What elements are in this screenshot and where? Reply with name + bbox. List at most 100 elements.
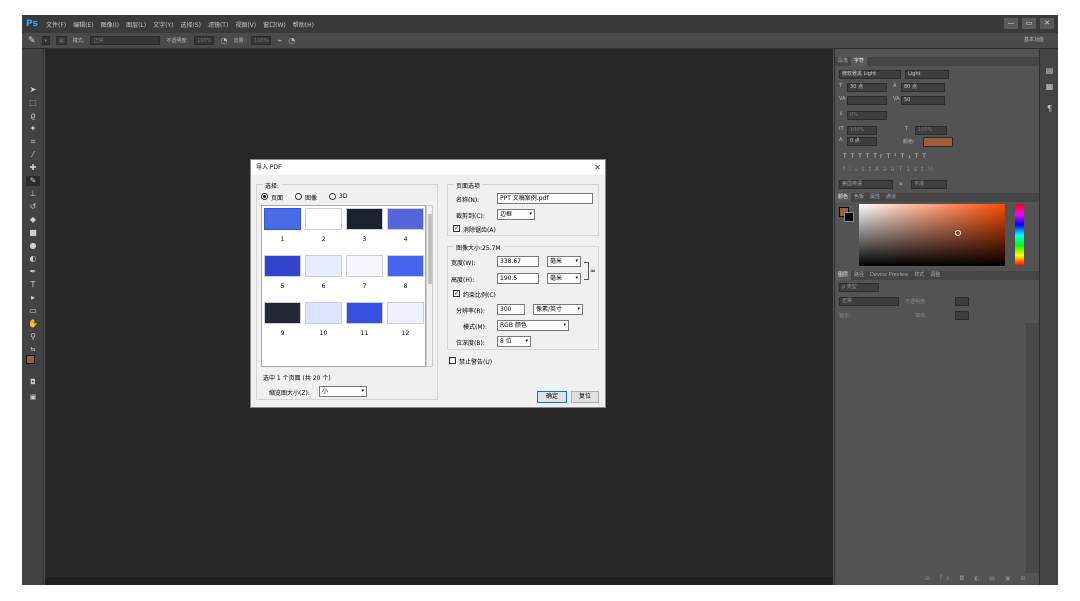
- foreground-color-swatch[interactable]: [26, 355, 35, 364]
- flow-input[interactable]: 100%: [251, 36, 272, 45]
- layer-filter-select[interactable]: ρ 类型: [839, 283, 879, 292]
- stamp-tool-icon[interactable]: ⊥: [26, 189, 40, 199]
- ok-button[interactable]: 确定: [537, 391, 567, 403]
- menu-window[interactable]: 窗口(W): [263, 20, 286, 29]
- screen-mode-icon[interactable]: ▣: [26, 392, 40, 402]
- opentype-buttons[interactable]: fiℴstAaaT1st½: [843, 166, 937, 173]
- tab-color[interactable]: 颜色: [835, 193, 852, 202]
- info-panel-icon[interactable]: ▦: [1044, 81, 1055, 92]
- radio-3d[interactable]: [329, 193, 336, 200]
- history-panel-icon[interactable]: ▤: [1044, 65, 1055, 76]
- menu-type[interactable]: 文字(Y): [153, 20, 173, 29]
- history-brush-tool-icon[interactable]: ↺: [26, 202, 40, 212]
- color-bg-swatch[interactable]: [844, 212, 854, 222]
- quick-mask-icon[interactable]: ◘: [26, 377, 40, 387]
- gradient-tool-icon[interactable]: ■: [26, 228, 40, 238]
- page-thumbnail[interactable]: 10: [303, 300, 344, 340]
- mode-select[interactable]: 正常: [90, 36, 161, 45]
- crop-tool-icon[interactable]: ⌗: [26, 137, 40, 147]
- reset-button[interactable]: 复位: [571, 391, 599, 403]
- antialias-select[interactable]: 平滑: [911, 180, 947, 189]
- text-color-swatch[interactable]: [923, 137, 953, 147]
- language-select[interactable]: 美国英语: [839, 180, 893, 189]
- move-tool-icon[interactable]: ➤: [26, 85, 40, 95]
- brush-tool-icon[interactable]: ✎: [26, 176, 40, 186]
- font-size-input[interactable]: 30 点: [847, 83, 887, 92]
- blur-tool-icon[interactable]: ●: [26, 241, 40, 251]
- layer-opacity-input[interactable]: [955, 297, 969, 306]
- maximize-button[interactable]: ▭: [1022, 18, 1036, 29]
- scale-a-input[interactable]: 100%: [847, 126, 877, 135]
- eyedropper-tool-icon[interactable]: ⁄: [26, 150, 40, 160]
- pen-tool-icon[interactable]: ✒: [26, 267, 40, 277]
- zoom-tool-icon[interactable]: ⚲: [26, 332, 40, 342]
- swap-colors-icon[interactable]: ⇆: [26, 345, 40, 355]
- hand-tool-icon[interactable]: ✋: [26, 319, 40, 329]
- page-thumbnail[interactable]: 3: [344, 206, 385, 246]
- width-input[interactable]: 338.67: [497, 256, 539, 267]
- depth-select[interactable]: 8 位 ▾: [497, 336, 531, 347]
- page-thumbnail[interactable]: 6: [303, 253, 344, 293]
- page-thumbnail[interactable]: 4: [385, 206, 425, 246]
- page-thumbnail[interactable]: 11: [344, 300, 385, 340]
- lasso-tool-icon[interactable]: ϱ: [26, 111, 40, 121]
- close-button[interactable]: ✕: [1040, 18, 1054, 29]
- dialog-close-icon[interactable]: ✕: [594, 160, 601, 175]
- airbrush-icon[interactable]: ⌁: [277, 36, 282, 45]
- thumb-size-select[interactable]: 小 ▾: [319, 386, 367, 397]
- tab-adjustments[interactable]: 调整: [927, 271, 943, 280]
- thumbnails-scrollbar[interactable]: [426, 205, 433, 367]
- scale-b-input[interactable]: 100%: [915, 126, 947, 135]
- page-thumbnail[interactable]: 5: [262, 253, 303, 293]
- leading-input[interactable]: 80 点: [901, 83, 945, 92]
- font-family-select[interactable]: 微软雅黑 Light: [839, 70, 901, 79]
- eraser-tool-icon[interactable]: ◆: [26, 215, 40, 225]
- radio-image[interactable]: [295, 193, 302, 200]
- height-unit-select[interactable]: 毫米 ▾: [547, 273, 581, 284]
- page-thumbnail[interactable]: 1: [262, 206, 303, 246]
- crop-select[interactable]: 边框 ▾: [497, 209, 535, 220]
- dodge-tool-icon[interactable]: ◐: [26, 254, 40, 264]
- menu-file[interactable]: 文件(F): [46, 20, 66, 29]
- menu-layer[interactable]: 图层(L): [126, 20, 146, 29]
- color-picker-field[interactable]: [859, 204, 1005, 266]
- tab-swatches[interactable]: 色板: [851, 193, 867, 202]
- tab-device-preview[interactable]: Device Preview: [867, 271, 911, 280]
- radio-page[interactable]: [261, 193, 268, 200]
- layers-list[interactable]: [835, 323, 1027, 573]
- height-input[interactable]: 190.5: [497, 273, 539, 284]
- layers-footer-buttons[interactable]: ⊖ fx ◘ ◐ ▤ ▣ ⊞: [925, 575, 1029, 582]
- constrain-checkbox[interactable]: ✓: [453, 290, 460, 297]
- tab-paths[interactable]: 路径: [851, 271, 867, 280]
- tracking-input[interactable]: 50: [901, 96, 945, 105]
- tab-properties[interactable]: 属性: [867, 193, 883, 202]
- typo-style-buttons[interactable]: TTTTTrT¹T₁TT: [843, 153, 930, 160]
- resolution-unit-select[interactable]: 像素/英寸 ▾: [533, 304, 583, 315]
- page-thumbnail[interactable]: 8: [385, 253, 425, 293]
- page-thumbnail[interactable]: 12: [385, 300, 425, 340]
- color-picker-cursor[interactable]: [955, 230, 961, 236]
- vertical-scale-input[interactable]: 0%: [847, 111, 887, 120]
- menu-help[interactable]: 帮助(H): [293, 20, 314, 29]
- layer-fill-input[interactable]: [955, 311, 969, 320]
- page-thumbnail[interactable]: 9: [262, 300, 303, 340]
- path-select-tool-icon[interactable]: ▸: [26, 293, 40, 303]
- brush-preset-picker[interactable]: ▾: [41, 36, 51, 45]
- name-input[interactable]: PPT 文稿案例.pdf: [497, 193, 593, 204]
- resolution-input[interactable]: 300: [497, 304, 525, 315]
- tab-styles[interactable]: 样式: [911, 271, 927, 280]
- hue-slider[interactable]: [1015, 204, 1024, 266]
- page-thumbnail[interactable]: 7: [344, 253, 385, 293]
- brush-tool-icon[interactable]: ✎: [28, 36, 36, 46]
- thumbnails-scroll-thumb[interactable]: [428, 214, 432, 284]
- menu-image[interactable]: 图像(I): [101, 20, 119, 29]
- blend-mode-select[interactable]: 正常: [839, 297, 899, 306]
- layers-scrollbar[interactable]: [1027, 323, 1039, 573]
- shape-tool-icon[interactable]: ▭: [26, 306, 40, 316]
- menu-view[interactable]: 视图(V): [235, 20, 256, 29]
- healing-tool-icon[interactable]: ✚: [26, 163, 40, 173]
- width-unit-select[interactable]: 毫米 ▾: [547, 256, 581, 267]
- marquee-tool-icon[interactable]: ⬚: [26, 98, 40, 108]
- tab-layers[interactable]: 图层: [835, 271, 852, 280]
- page-thumbnail[interactable]: 2: [303, 206, 344, 246]
